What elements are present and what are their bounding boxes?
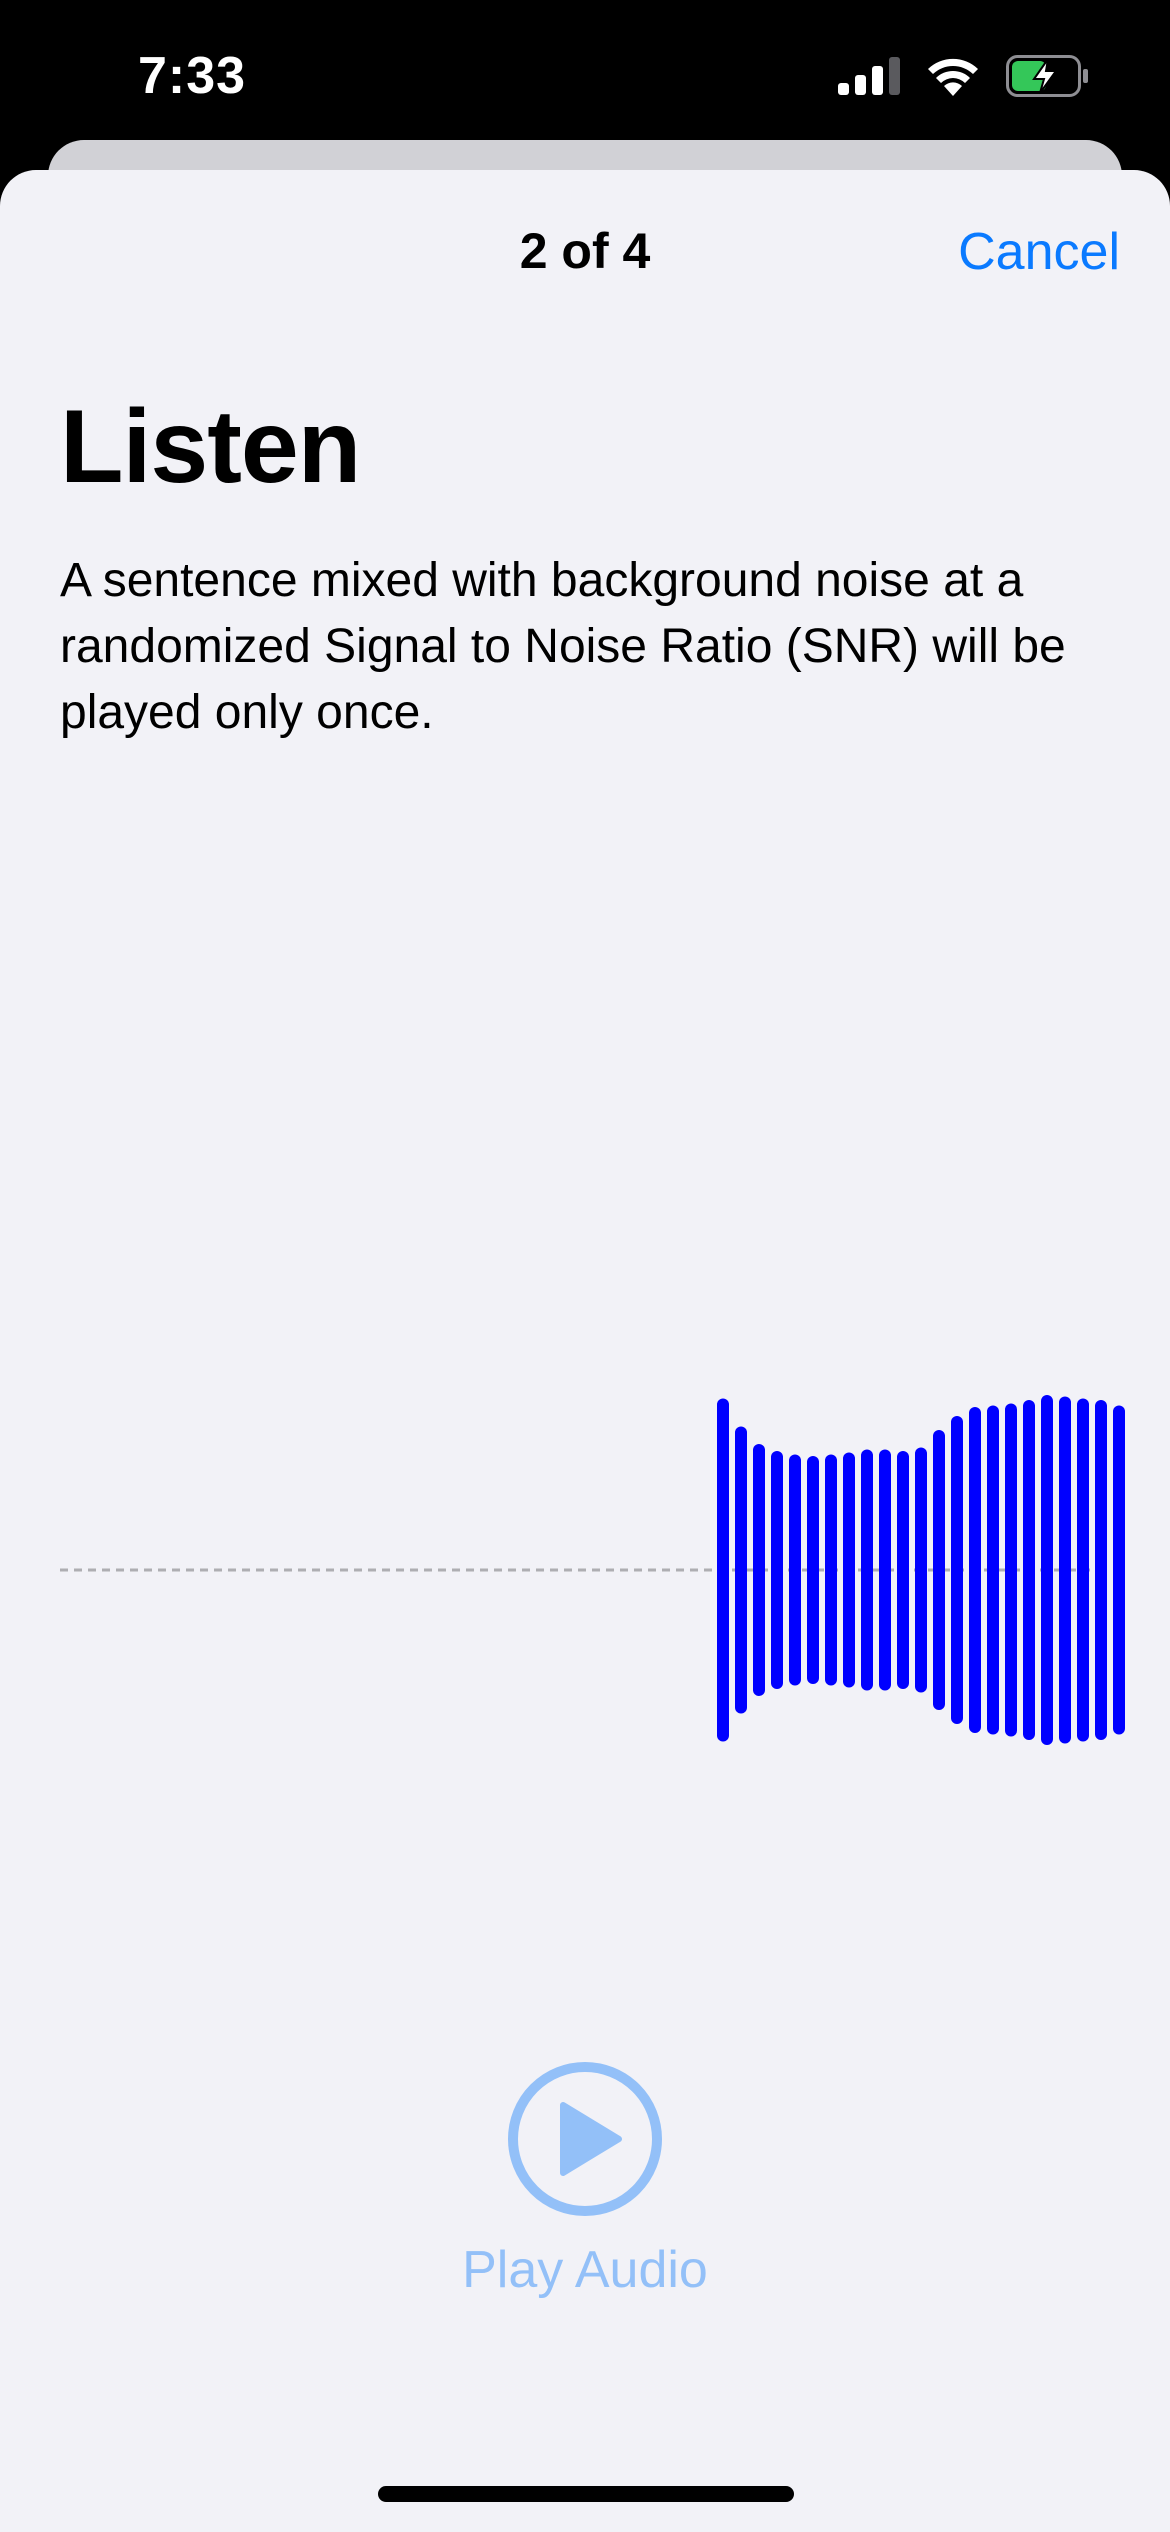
waveform-bar [1113, 1405, 1125, 1735]
play-audio-label[interactable]: Play Audio [0, 2240, 1170, 2300]
waveform-bar [969, 1407, 981, 1733]
waveform-bar [717, 1398, 729, 1742]
waveform-bar [933, 1430, 945, 1710]
waveform-bar [1005, 1403, 1017, 1737]
play-icon [508, 2062, 662, 2216]
waveform-bar [843, 1452, 855, 1688]
status-bar: 7:33 [0, 0, 1170, 160]
waveform-bar [879, 1449, 891, 1691]
waveform-bar [735, 1426, 747, 1714]
waveform-bar [1059, 1396, 1071, 1744]
status-icons [838, 52, 1090, 100]
waveform-bar [789, 1454, 801, 1686]
page-title: Listen [60, 389, 361, 505]
play-audio-button[interactable] [506, 2060, 664, 2218]
wifi-icon [928, 58, 978, 96]
waveform-bar [1077, 1398, 1089, 1742]
audio-waveform [60, 1395, 1125, 1745]
waveform-bar [1095, 1400, 1107, 1740]
waveform-bar [825, 1454, 837, 1686]
instruction-text: A sentence mixed with background noise a… [60, 554, 1066, 739]
home-indicator [378, 2486, 794, 2502]
waveform-bar [987, 1405, 999, 1735]
waveform-bar [951, 1416, 963, 1724]
waveform-bar [897, 1451, 909, 1689]
waveform-bar [753, 1444, 765, 1696]
cellular-signal-icon [838, 57, 900, 95]
waveform-bar [1023, 1400, 1035, 1740]
waveform-bar [771, 1451, 783, 1689]
waveform-bar [1041, 1395, 1053, 1745]
cancel-button[interactable]: Cancel [958, 222, 1120, 282]
waveform-bar [861, 1449, 873, 1691]
battery-charging-icon [1006, 55, 1088, 97]
waveform-bar [807, 1456, 819, 1684]
waveform-bar [915, 1447, 927, 1693]
status-time: 7:33 [138, 47, 247, 105]
